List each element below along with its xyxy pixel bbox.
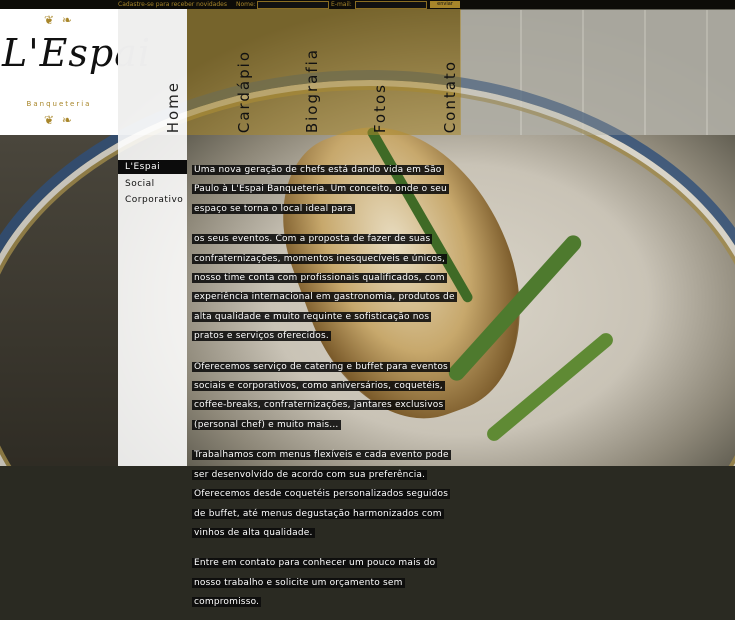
name-input[interactable] xyxy=(257,1,329,9)
nav-label: Home xyxy=(164,80,182,133)
submenu-item-social[interactable]: Social xyxy=(118,177,187,191)
nav-label: Contato xyxy=(441,59,459,133)
paragraph: Entre em contato para conhecer um pouco … xyxy=(192,558,438,608)
main-content: Uma nova geração de chefs está dando vid… xyxy=(192,157,462,620)
nav-home[interactable]: Home xyxy=(118,9,187,135)
logo[interactable]: ❦ ❧ L'Espai Banqueteria ❦ ❧ xyxy=(0,9,152,135)
email-input[interactable] xyxy=(355,1,427,9)
submit-button[interactable]: enviar xyxy=(430,1,460,8)
submenu-item-lespai[interactable]: L'Espai xyxy=(118,160,187,174)
nav-contato[interactable]: Contato xyxy=(391,9,461,135)
nav-label: Cardápio xyxy=(235,49,253,133)
newsletter-prompt: Cadastre-se para receber novidades xyxy=(118,1,227,8)
nav-label: Biografia xyxy=(303,47,321,133)
submenu: L'Espai Social Corporativo xyxy=(118,135,187,466)
paragraph: Trabalhamos com menus flexíveis e cada e… xyxy=(192,450,451,538)
main-nav: Home Cardápio Biografia Fotos Contato xyxy=(118,9,735,135)
nav-fotos[interactable]: Fotos xyxy=(323,9,391,135)
submenu-item-corporativo[interactable]: Corporativo xyxy=(118,193,187,207)
paragraph: Oferecemos serviço de catering e buffet … xyxy=(192,361,450,430)
email-label: E-mail: xyxy=(331,1,352,8)
ornament-icon: ❦ ❧ xyxy=(44,113,74,127)
ornament-icon: ❦ ❧ xyxy=(44,13,74,27)
name-label: Nome: xyxy=(236,1,256,8)
paragraph: Uma nova geração de chefs está dando vid… xyxy=(192,165,449,214)
brand-name: L'Espai xyxy=(2,31,152,75)
nav-filler xyxy=(461,9,735,135)
brand-subtitle: Banqueteria xyxy=(26,100,92,108)
nav-cardapio[interactable]: Cardápio xyxy=(187,9,255,135)
nav-biografia[interactable]: Biografia xyxy=(255,9,323,135)
newsletter-bar: Cadastre-se para receber novidades Nome:… xyxy=(0,0,735,9)
nav-label: Fotos xyxy=(371,82,389,133)
paragraph: os seus eventos. Com a proposta de fazer… xyxy=(192,234,457,342)
